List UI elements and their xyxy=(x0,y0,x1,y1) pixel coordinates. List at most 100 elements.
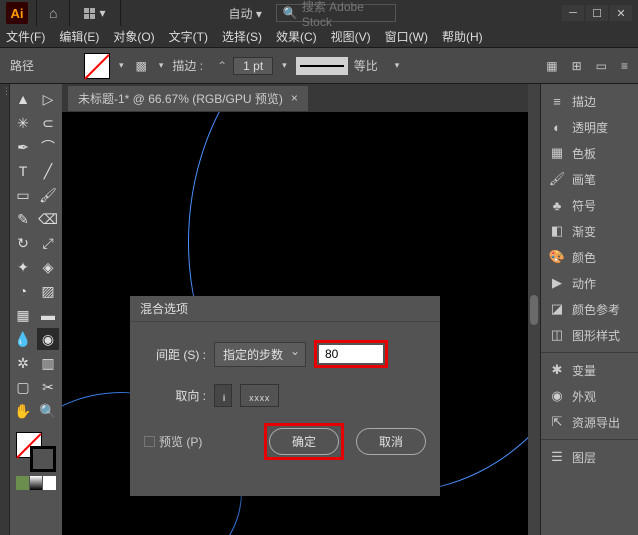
stroke-box[interactable] xyxy=(30,446,56,472)
panel-stroke[interactable]: ≡描边 xyxy=(541,88,638,114)
panel-menu-icon[interactable]: ≡ xyxy=(621,59,628,73)
line-tool[interactable]: ╱ xyxy=(37,160,59,182)
transparency-icon: ◐ xyxy=(549,119,565,135)
rotate-tool[interactable]: ↻ xyxy=(12,232,34,254)
transform-icon[interactable]: ⊞ xyxy=(572,59,582,73)
panel-gradient[interactable]: ◧渐变 xyxy=(541,218,638,244)
search-input[interactable]: 🔍 搜索 Adobe Stock xyxy=(276,4,396,22)
none-mode[interactable] xyxy=(43,476,56,490)
collapse-icon[interactable]: ⋮ xyxy=(0,84,9,99)
panel-layers[interactable]: ☰图层 xyxy=(541,444,638,470)
fill-dropdown[interactable]: ▾ xyxy=(116,60,127,71)
panel-symbols[interactable]: ♣符号 xyxy=(541,192,638,218)
graph-tool[interactable]: ▥ xyxy=(37,352,59,374)
shape-icon[interactable]: ▭ xyxy=(596,59,607,73)
stroke-profile[interactable] xyxy=(296,57,348,75)
menu-view[interactable]: 视图(V) xyxy=(331,28,371,45)
tab-close-icon[interactable]: × xyxy=(291,91,298,105)
minimize-button[interactable]: ─ xyxy=(562,5,584,21)
panel-color[interactable]: 🎨颜色 xyxy=(541,244,638,270)
home-icon[interactable]: ⌂ xyxy=(45,5,61,21)
color-icon: 🎨 xyxy=(549,249,565,265)
scale-tool[interactable]: ⤢ xyxy=(37,232,59,254)
menu-effect[interactable]: 效果(C) xyxy=(276,28,317,45)
ok-button[interactable]: 确定 xyxy=(269,428,339,455)
gradient-icon: ◧ xyxy=(549,223,565,239)
ratio-dropdown[interactable]: ▾ xyxy=(392,60,403,71)
mesh-tool[interactable]: ▦ xyxy=(12,304,34,326)
align-icon[interactable]: ▦ xyxy=(546,59,557,73)
rectangle-tool[interactable]: ▭ xyxy=(12,184,34,206)
layout-switcher[interactable]: ▾ xyxy=(78,4,111,22)
document-tab[interactable]: 未标题-1* @ 66.67% (RGB/GPU 预览) × xyxy=(68,86,308,111)
direct-selection-tool[interactable]: ▷ xyxy=(37,88,59,110)
orient-align-path[interactable]: ₓₓₓₓ xyxy=(240,384,279,407)
orient-align-page[interactable]: ᵢᵢᵢᵢᵢ xyxy=(214,384,232,407)
magic-wand-tool[interactable]: ✳ xyxy=(12,112,34,134)
actions-icon: ▶ xyxy=(549,275,565,291)
scrollbar[interactable] xyxy=(528,84,540,535)
maximize-button[interactable]: ☐ xyxy=(586,5,608,21)
symbol-sprayer-tool[interactable]: ✲ xyxy=(12,352,34,374)
free-transform-tool[interactable]: ◈ xyxy=(37,256,59,278)
close-button[interactable]: ✕ xyxy=(610,5,632,21)
highlight-box xyxy=(314,340,388,368)
stroke-decrement[interactable]: ⌃ xyxy=(217,59,227,73)
stroke-swatch[interactable]: ▩ xyxy=(133,59,150,73)
spacing-mode-select[interactable]: 指定的步数 xyxy=(214,342,306,367)
menu-window[interactable]: 窗口(W) xyxy=(385,28,428,45)
menu-edit[interactable]: 编辑(E) xyxy=(59,28,99,45)
shape-builder-tool[interactable]: ◔ xyxy=(12,280,34,302)
panel-variables[interactable]: ✱变量 xyxy=(541,357,638,383)
menu-help[interactable]: 帮助(H) xyxy=(442,28,483,45)
spacing-value-input[interactable] xyxy=(319,345,383,363)
menu-type[interactable]: 文字(T) xyxy=(169,28,208,45)
menu-select[interactable]: 选择(S) xyxy=(222,28,262,45)
panel-swatches[interactable]: ▦色板 xyxy=(541,140,638,166)
gradient-tool[interactable]: ▬ xyxy=(37,304,59,326)
slice-tool[interactable]: ✂ xyxy=(37,376,59,398)
color-mode[interactable] xyxy=(16,476,29,490)
artboard-tool[interactable]: ▢ xyxy=(12,376,34,398)
panel-asset-export[interactable]: ⇱资源导出 xyxy=(541,409,638,435)
document-tabs: 未标题-1* @ 66.67% (RGB/GPU 预览) × xyxy=(62,84,528,112)
gradient-mode[interactable] xyxy=(30,476,43,490)
fill-stroke-control[interactable] xyxy=(12,430,60,472)
selection-tool[interactable]: ▲ xyxy=(12,88,34,110)
menu-object[interactable]: 对象(O) xyxy=(113,28,154,45)
hand-tool[interactable]: ✋ xyxy=(12,400,34,422)
pencil-tool[interactable]: ✎ xyxy=(12,208,34,230)
ratio-label: 等比 xyxy=(354,57,378,74)
orientation-label: 取向 : xyxy=(144,387,206,404)
lasso-tool[interactable]: ⊂ xyxy=(37,112,59,134)
fill-swatch[interactable] xyxy=(84,53,110,79)
stroke-weight-dropdown[interactable]: ▾ xyxy=(279,60,290,71)
layers-icon: ☰ xyxy=(549,449,565,465)
zoom-tool[interactable]: 🔍 xyxy=(37,400,59,422)
perspective-tool[interactable]: ▨ xyxy=(37,280,59,302)
toolbox: ▲ ▷ ✳ ⊂ ✒ ⌒ T ╱ ▭ 🖌 ✎ ⌫ ↻ ⤢ ✦ ◈ ◔ ▨ ▦ ▬ … xyxy=(10,84,62,535)
panel-color-guide[interactable]: ◪颜色参考 xyxy=(541,296,638,322)
brush-tool[interactable]: 🖌 xyxy=(37,184,59,206)
stroke-weight-input[interactable]: 1 pt xyxy=(233,57,273,75)
menu-file[interactable]: 文件(F) xyxy=(6,28,45,45)
panel-actions[interactable]: ▶动作 xyxy=(541,270,638,296)
panel-graphic-styles[interactable]: ◫图形样式 xyxy=(541,322,638,348)
panel-brushes[interactable]: 🖌画笔 xyxy=(541,166,638,192)
width-tool[interactable]: ✦ xyxy=(12,256,34,278)
preview-checkbox[interactable]: 预览 (P) xyxy=(144,433,202,450)
pen-tool[interactable]: ✒ xyxy=(12,136,34,158)
app-logo: Ai xyxy=(6,2,28,24)
curvature-tool[interactable]: ⌒ xyxy=(37,136,59,158)
blend-tool[interactable]: ◉ xyxy=(37,328,59,350)
stroke-dropdown[interactable]: ▾ xyxy=(156,60,167,71)
cancel-button[interactable]: 取消 xyxy=(356,428,426,455)
dock-strip: ⋮ xyxy=(0,84,10,535)
eyedropper-tool[interactable]: 💧 xyxy=(12,328,34,350)
workspace-auto-label[interactable]: 自动 ▾ xyxy=(229,5,262,22)
symbols-icon: ♣ xyxy=(549,197,565,213)
panel-transparency[interactable]: ◐透明度 xyxy=(541,114,638,140)
panel-appearance[interactable]: ◉外观 xyxy=(541,383,638,409)
type-tool[interactable]: T xyxy=(12,160,34,182)
eraser-tool[interactable]: ⌫ xyxy=(37,208,59,230)
